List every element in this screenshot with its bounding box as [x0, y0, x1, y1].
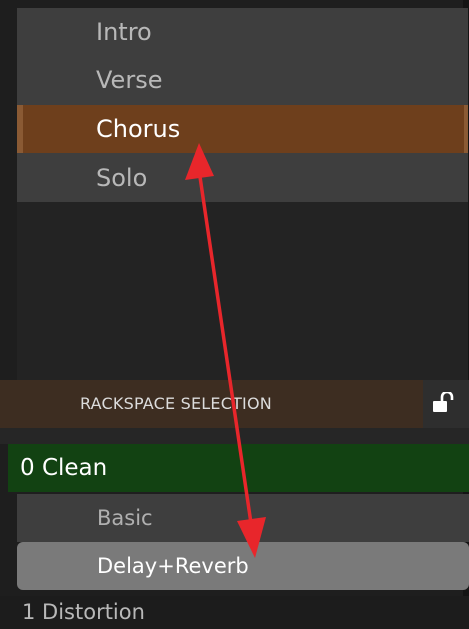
rackspace-header-title: RACKSPACE SELECTION: [80, 394, 272, 413]
variation-label: Delay+Reverb: [97, 554, 249, 578]
variation-delay-reverb[interactable]: Delay+Reverb: [17, 542, 469, 590]
rackspace-group-label: 1 Distortion: [22, 600, 145, 624]
song-panel: Intro Verse Chorus Solo RACKSPACE SELECT…: [0, 0, 469, 625]
song-part-verse[interactable]: Verse: [17, 56, 468, 104]
song-part-intro[interactable]: Intro: [17, 8, 468, 56]
rackspace-list: 0 Clean Basic Delay+Reverb 1 Distortion: [0, 444, 469, 625]
song-part-label: Verse: [96, 66, 163, 94]
variation-basic[interactable]: Basic: [17, 494, 469, 542]
lock-button[interactable]: [423, 380, 469, 428]
song-part-label: Intro: [96, 18, 152, 46]
song-part-chorus[interactable]: Chorus: [17, 105, 468, 153]
rackspace-group-label: 0 Clean: [20, 455, 108, 481]
song-parts-list: Intro Verse Chorus Solo: [17, 8, 468, 202]
song-part-label: Chorus: [96, 115, 181, 143]
song-part-solo[interactable]: Solo: [17, 154, 468, 202]
section-divider: [0, 428, 469, 444]
song-parts-empty-area: [17, 202, 468, 380]
rackspace-header: RACKSPACE SELECTION: [0, 380, 469, 428]
unlock-icon: [433, 392, 454, 412]
variation-label: Basic: [97, 506, 153, 530]
rackspace-group-distortion[interactable]: 1 Distortion: [0, 596, 469, 625]
song-part-label: Solo: [96, 164, 148, 192]
rackspace-group-clean[interactable]: 0 Clean: [8, 444, 469, 492]
